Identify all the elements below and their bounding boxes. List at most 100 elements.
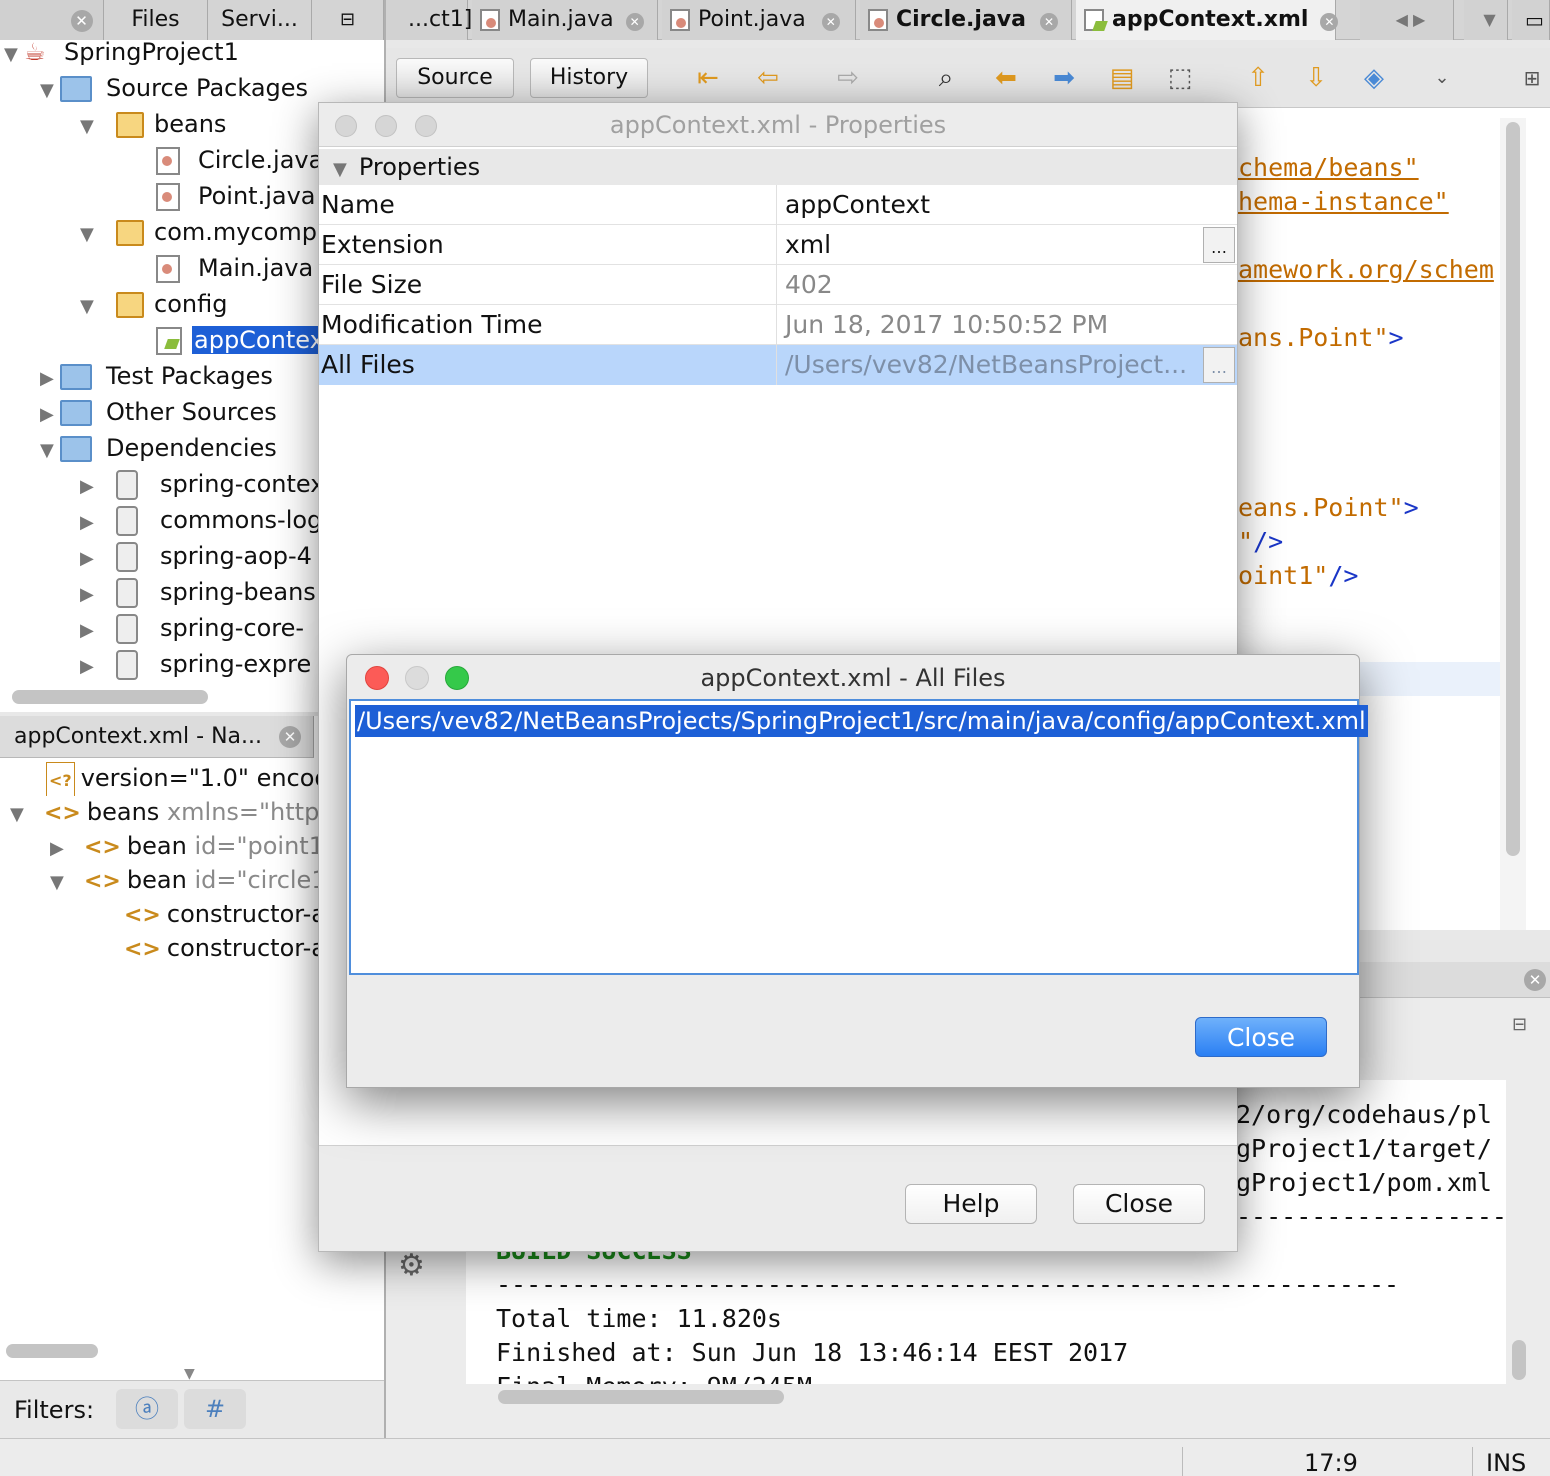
tree-node-dependency[interactable]: ▶ spring-aop-4 <box>80 538 320 574</box>
close-window-icon[interactable] <box>365 666 389 690</box>
tree-node-pkg-beans[interactable]: ▼ beans <box>80 106 226 142</box>
editor-tab-main-java[interactable]: Main.java ✕ <box>472 0 658 40</box>
shift-down-icon[interactable]: ⇩ <box>1300 62 1332 94</box>
history-button[interactable]: History <box>530 58 648 98</box>
find-previous-icon[interactable]: ⬅ <box>990 62 1022 94</box>
tree-node-other-sources[interactable]: ▶ Other Sources <box>40 394 277 430</box>
source-button[interactable]: Source <box>396 58 514 98</box>
tree-node-dependency[interactable]: ▶ spring-expre <box>80 646 320 682</box>
toggle-highlight-icon[interactable]: ▤ <box>1106 62 1138 94</box>
close-button[interactable]: Close <box>1073 1184 1205 1224</box>
expand-arrow-icon[interactable]: ▶ <box>80 541 100 574</box>
nav-beans-node[interactable]: ▼ <>beans xmlns="http:/ <box>10 794 318 830</box>
close-icon[interactable]: ✕ <box>1039 13 1058 31</box>
horizontal-scrollbar[interactable] <box>498 1390 784 1404</box>
find-next-icon[interactable]: ➡ <box>1048 62 1080 94</box>
collapse-arrow-icon[interactable]: ▼ <box>80 109 100 142</box>
editor-tab-point-java[interactable]: Point.java ✕ <box>662 0 856 40</box>
close-icon[interactable]: ✕ <box>70 10 93 32</box>
tree-node-dependency[interactable]: ▶ spring-beans <box>80 574 320 610</box>
close-icon[interactable]: ✕ <box>821 13 840 31</box>
minimize-icon[interactable]: ⊟ <box>1512 1014 1527 1035</box>
property-row-modification-time[interactable]: Modification Time Jun 18, 2017 10:50:52 … <box>319 305 1237 345</box>
property-value-field[interactable]: appContext <box>777 185 1237 225</box>
shift-up-icon[interactable]: ⇧ <box>1242 62 1274 94</box>
output-settings-icon[interactable]: ⚙ <box>398 1248 425 1283</box>
nav-xml-declaration[interactable]: <? version="1.0" encod <box>46 760 318 796</box>
collapse-arrow-icon[interactable]: ▼ <box>80 289 100 322</box>
tab-list-dropdown[interactable]: ▼ <box>1464 0 1508 40</box>
help-button[interactable]: Help <box>905 1184 1037 1224</box>
scroll-right-icon[interactable]: ▶ <box>1413 10 1425 29</box>
close-icon[interactable]: ✕ <box>625 13 644 31</box>
collapse-arrow-icon[interactable]: ▼ <box>333 159 347 180</box>
close-button[interactable]: Close <box>1195 1017 1327 1057</box>
properties-titlebar[interactable]: appContext.xml - Properties <box>319 103 1237 147</box>
tree-node-project[interactable]: ▼ ☕ SpringProject1 <box>4 34 239 70</box>
property-row-all-files[interactable]: All Files /Users/vev82/NetBeansProject..… <box>319 345 1237 385</box>
minimize-window-icon[interactable] <box>375 115 397 137</box>
tree-node-dependency[interactable]: ▶ commons-log <box>80 502 320 538</box>
collapse-arrow-icon[interactable]: ▼ <box>4 37 24 70</box>
editor-tab-circle-java[interactable]: Circle.java ✕ <box>860 0 1072 40</box>
tab-scroll-arrows[interactable]: ◀ ▶ <box>1360 0 1454 40</box>
collapse-arrow-icon[interactable]: ▼ <box>40 73 60 106</box>
properties-section-header[interactable]: ▼ Properties <box>319 149 1237 185</box>
nav-constructor-arg[interactable]: <> constructor-a <box>124 896 318 932</box>
tree-node-source-packages[interactable]: ▼ Source Packages <box>40 70 308 106</box>
filter-hash-button[interactable]: # <box>184 1389 246 1429</box>
property-value-field[interactable]: /Users/vev82/NetBeansProject...… <box>777 345 1237 385</box>
tree-node-point-java[interactable]: Point.java <box>156 178 320 214</box>
collapse-arrow-icon[interactable]: ▼ <box>10 797 30 830</box>
tree-node-dependency[interactable]: ▶ spring-core- <box>80 610 320 646</box>
property-value-field[interactable]: xml… <box>777 225 1237 265</box>
close-icon[interactable]: ✕ <box>279 726 301 748</box>
editor-tab-app-context-xml[interactable]: appContext.xml ✕ <box>1076 0 1339 40</box>
tree-node-app-context-xml[interactable]: appContex <box>156 322 320 358</box>
nav-constructor-arg[interactable]: <> constructor-a <box>124 930 318 966</box>
expand-arrow-icon[interactable]: ▶ <box>80 505 100 538</box>
tree-node-pkg-config[interactable]: ▼ config <box>80 286 227 322</box>
split-editor-icon[interactable]: ⊞ <box>1516 62 1548 94</box>
minimize-window-icon[interactable] <box>405 666 429 690</box>
close-window-icon[interactable] <box>335 115 357 137</box>
zoom-window-icon[interactable] <box>445 666 469 690</box>
minimize-window-button[interactable]: ⊟ <box>312 0 384 40</box>
filter-fields-button[interactable]: ⓐ <box>116 1389 178 1429</box>
expand-arrow-icon[interactable]: ▶ <box>40 397 60 430</box>
horizontal-scrollbar[interactable] <box>12 690 208 704</box>
tree-node-main-java[interactable]: Main.java <box>156 250 320 286</box>
maximize-window-button[interactable]: ▭ <box>1512 0 1550 40</box>
tree-node-pkg-mycompany[interactable]: ▼ com.mycomp <box>80 214 320 250</box>
last-edit-icon[interactable]: ⇤ <box>692 62 724 94</box>
expand-arrow-icon[interactable]: ▶ <box>40 361 60 394</box>
expand-arrow-icon[interactable]: ▶ <box>80 649 100 682</box>
vertical-scrollbar-thumb[interactable] <box>1506 122 1520 856</box>
forward-icon[interactable]: ⇨ <box>832 62 864 94</box>
find-icon[interactable]: ⌕ <box>930 62 962 94</box>
tab-navigator[interactable]: appContext.xml - Na... ✕ <box>0 716 314 758</box>
all-files-titlebar[interactable]: appContext.xml - All Files <box>347 655 1359 699</box>
ellipsis-button[interactable]: … <box>1203 227 1235 263</box>
rect-select-icon[interactable]: ⬚ <box>1164 62 1196 94</box>
zoom-window-icon[interactable] <box>415 115 437 137</box>
tree-node-dependency[interactable]: ▶ spring-contex <box>80 466 320 502</box>
nav-bean-circle1[interactable]: ▼ <> bean id="circle1 <box>50 862 318 898</box>
scroll-left-icon[interactable]: ◀ <box>1396 10 1408 29</box>
property-row-name[interactable]: Name appContext <box>319 185 1237 225</box>
property-row-extension[interactable]: Extension xml… <box>319 225 1237 265</box>
horizontal-scrollbar[interactable] <box>6 1344 98 1358</box>
collapse-arrow-icon[interactable]: ▼ <box>50 865 70 898</box>
close-icon[interactable]: ✕ <box>1320 13 1339 31</box>
expand-arrow-icon[interactable]: ▶ <box>50 831 70 864</box>
validate-xml-icon[interactable]: ◈ <box>1358 62 1390 94</box>
expand-arrow-icon[interactable]: ▶ <box>80 613 100 646</box>
collapse-arrow-icon[interactable]: ▼ <box>80 217 100 250</box>
tree-node-test-packages[interactable]: ▶ Test Packages <box>40 358 273 394</box>
close-icon[interactable]: ✕ <box>1524 969 1546 991</box>
expand-arrow-icon[interactable]: ▶ <box>80 469 100 502</box>
all-files-textarea[interactable]: /Users/vev82/NetBeansProjects/SpringProj… <box>349 699 1368 975</box>
nav-bean-point1[interactable]: ▶ <>bean id="point1" <box>50 828 318 864</box>
ellipsis-button[interactable]: … <box>1203 347 1235 383</box>
vertical-scrollbar-thumb[interactable] <box>1512 1340 1526 1380</box>
